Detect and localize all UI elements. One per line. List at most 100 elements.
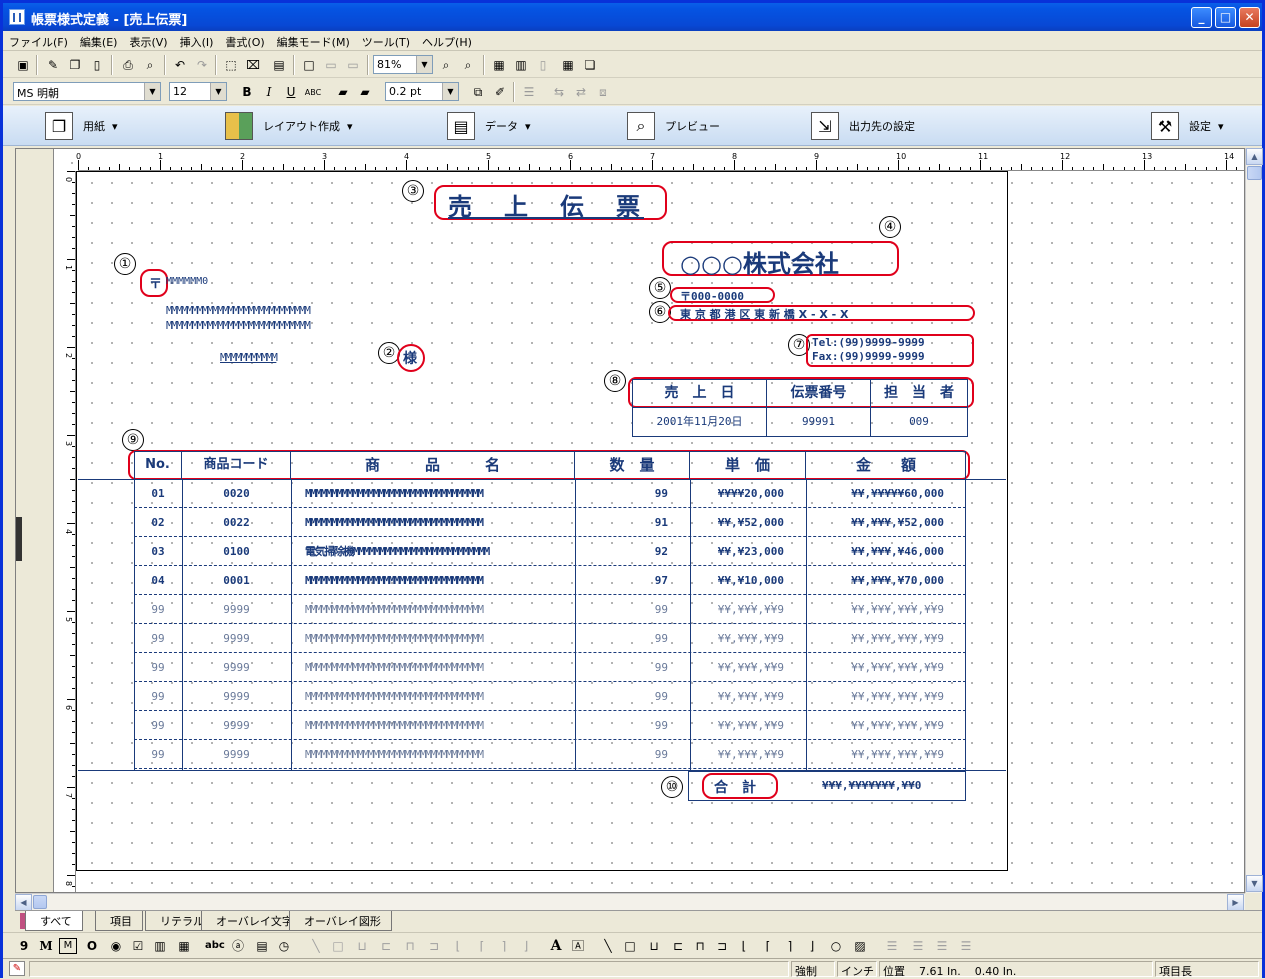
paper-button[interactable]: ❐ 用紙 ▾ — [45, 110, 118, 142]
open-icon[interactable]: ❐ — [65, 55, 85, 75]
table-cell[interactable]: 99 — [575, 740, 690, 769]
customer-address-1[interactable]: MMMMMMMMMMMMMMMMMMMMMMMMMMMM — [166, 304, 311, 317]
rect-tool-icon[interactable]: □ — [329, 936, 347, 956]
table-cell[interactable]: 02 — [134, 508, 182, 537]
line-style-icon[interactable]: ⧉ — [468, 82, 488, 102]
band2-tool-icon[interactable]: ☰ — [909, 936, 927, 956]
table-cell[interactable]: MMMMMMMMMMMMMMMMMMMMMMMMMMMMMMMMMM — [291, 566, 575, 595]
edit-icon[interactable]: ✎ — [43, 55, 63, 75]
col-amount-header[interactable]: 金 額 — [806, 451, 966, 479]
table-cell[interactable]: ¥¥,¥¥¥,¥¥¥,¥¥9 — [806, 711, 966, 740]
horizontal-scrollbar[interactable]: ◀ ▶ — [15, 893, 1245, 911]
abc-tool[interactable]: abc — [205, 936, 225, 956]
align2-icon[interactable]: ⇆ — [549, 82, 569, 102]
corner3-tool-icon[interactable]: ⌉ — [495, 936, 513, 956]
corner3-tool-icon[interactable]: ⌉ — [781, 936, 799, 956]
table-cell[interactable]: 電気掃除機MMMMMMMMMMMMMMMMMMMMMMMMMM — [291, 537, 575, 566]
honorific[interactable]: 様 — [403, 348, 417, 368]
scroll-thumb[interactable] — [33, 895, 47, 909]
form-title[interactable]: 売 上 伝 票 — [448, 187, 644, 222]
slip-number-header[interactable]: 伝票番号 — [767, 380, 871, 408]
scroll-right-icon[interactable]: ▶ — [1227, 894, 1244, 911]
sales-date-value[interactable]: 2001年11月20日 — [633, 408, 767, 436]
company-fax[interactable]: Fax:(99)9999-9999 — [812, 350, 925, 363]
table-cell[interactable]: ¥¥,¥52,000 — [690, 508, 806, 537]
table-cell[interactable]: 91 — [575, 508, 690, 537]
zoom-icon[interactable]: ⌕ — [436, 55, 456, 75]
table-cell[interactable]: 92 — [575, 537, 690, 566]
table-row[interactable]: 99 9999 MMMMMMMMMMMMMMMMMMMMMMMMMMMMMMMMMM… — [134, 682, 966, 711]
delete-icon[interactable]: ⌧ — [243, 55, 263, 75]
sales-date-header[interactable]: 売 上 日 — [633, 380, 767, 408]
table-cell[interactable]: ¥¥,¥¥¥,¥70,000 — [806, 566, 966, 595]
table-cell[interactable]: 0001 — [182, 566, 291, 595]
table-row[interactable]: 01 0020 MMMMMMMMMMMMMMMMMMMMMMMMMMMMMMMMMM… — [134, 479, 966, 508]
output-settings-button[interactable]: ⇲ 出力先の設定 — [811, 110, 915, 142]
underline-button[interactable]: U — [281, 82, 301, 102]
col-no-header[interactable]: No. — [134, 451, 182, 479]
bracket2-tool-icon[interactable]: ⊏ — [669, 936, 687, 956]
menu-file[interactable]: ファイル(F) — [3, 31, 74, 50]
table-cell[interactable]: 99 — [575, 711, 690, 740]
customer-postal-mark[interactable]: 〒 — [149, 273, 162, 292]
table-cell[interactable]: 99 — [134, 624, 182, 653]
total-value[interactable]: ¥¥¥,¥¥¥¥¥¥¥,¥¥0 — [822, 779, 921, 792]
table-cell[interactable]: 9999 — [182, 624, 291, 653]
data-button[interactable]: ▤ データ ▾ — [447, 110, 531, 142]
line-tool-icon[interactable]: ╲ — [307, 936, 325, 956]
table-cell[interactable]: MMMMMMMMMMMMMMMMMMMMMMMMMMMMMMMMMM — [291, 595, 575, 624]
bracket-tool-icon[interactable]: ⊔ — [353, 936, 371, 956]
zoom-select[interactable]: 81% ▼ — [373, 55, 433, 74]
table-cell[interactable]: 9999 — [182, 740, 291, 769]
frame3-icon[interactable]: ▭ — [343, 55, 363, 75]
table-cell[interactable]: 99 — [134, 653, 182, 682]
table-cell[interactable]: ¥¥,¥¥¥,¥¥¥,¥¥9 — [806, 595, 966, 624]
table-cell[interactable]: ¥¥,¥¥¥,¥¥¥,¥¥9 — [806, 740, 966, 769]
line-width-select[interactable]: 0.2 pt ▼ — [385, 82, 459, 101]
radio-tool-icon[interactable]: ◉ — [107, 936, 125, 956]
settings-button[interactable]: ⚒ 設定 ▾ — [1151, 110, 1224, 142]
rect-tool-icon[interactable]: □ — [621, 936, 639, 956]
layout-button[interactable]: レイアウト作成 ▾ — [225, 110, 353, 142]
eraser-icon[interactable]: ✐ — [490, 82, 510, 102]
table-cell[interactable]: 9999 — [182, 595, 291, 624]
table-cell[interactable]: 99 — [575, 624, 690, 653]
customer-postal[interactable]: MMMMMM0 — [166, 276, 208, 287]
corner2-tool-icon[interactable]: ⌈ — [473, 936, 491, 956]
table-cell[interactable]: ¥¥¥¥20,000 — [690, 479, 806, 508]
print-preview-icon[interactable]: ⌕ — [140, 55, 160, 75]
overlay-icon[interactable]: ❏ — [580, 55, 600, 75]
band-tool-icon[interactable]: ☰ — [883, 936, 901, 956]
table-tool-icon[interactable]: ▤ — [253, 936, 271, 956]
corner4-tool-icon[interactable]: ⌋ — [517, 936, 535, 956]
table-cell[interactable]: 97 — [575, 566, 690, 595]
maximize-button[interactable]: □ — [1215, 7, 1236, 28]
checkbox-tool-icon[interactable]: ☑ — [129, 936, 147, 956]
table-cell[interactable]: 0020 — [182, 479, 291, 508]
font-size-select[interactable]: 12 ▼ — [169, 82, 227, 101]
boxed-a-tool-icon[interactable]: 🄰 — [569, 936, 587, 956]
close-button[interactable]: ✕ — [1239, 7, 1260, 28]
table-cell[interactable]: ¥¥,¥¥¥,¥46,000 — [806, 537, 966, 566]
table-cell[interactable]: MMMMMMMMMMMMMMMMMMMMMMMMMMMMMMMMMM — [291, 682, 575, 711]
bracket3-tool-icon[interactable]: ⊓ — [401, 936, 419, 956]
table-cell[interactable]: 99 — [575, 595, 690, 624]
align-icon[interactable]: ☰ — [519, 82, 539, 102]
image-tool-icon[interactable]: ▦ — [175, 936, 193, 956]
menu-help[interactable]: ヘルプ(H) — [416, 31, 478, 50]
bracket2-tool-icon[interactable]: ⊏ — [377, 936, 395, 956]
scroll-left-icon[interactable]: ◀ — [15, 894, 32, 911]
frame-icon[interactable]: □ — [299, 55, 319, 75]
boxed-text-tool[interactable]: M — [59, 938, 77, 954]
option-tool[interactable]: O — [83, 936, 101, 956]
table-cell[interactable]: ¥¥,¥¥¥,¥¥¥,¥¥9 — [806, 653, 966, 682]
bold-button[interactable]: B — [237, 82, 257, 102]
table-cell[interactable]: 0022 — [182, 508, 291, 537]
table-cell[interactable]: ¥¥,¥¥¥¥¥60,000 — [806, 479, 966, 508]
slip-number-value[interactable]: 99991 — [767, 408, 871, 436]
bracket3-tool-icon[interactable]: ⊓ — [691, 936, 709, 956]
shadow2-icon[interactable]: ▰ — [355, 82, 375, 102]
table-row[interactable]: 99 9999 MMMMMMMMMMMMMMMMMMMMMMMMMMMMMMMMMM… — [134, 653, 966, 682]
clock-tool-icon[interactable]: ◷ — [275, 936, 293, 956]
print-icon[interactable]: ⎙ — [118, 55, 138, 75]
